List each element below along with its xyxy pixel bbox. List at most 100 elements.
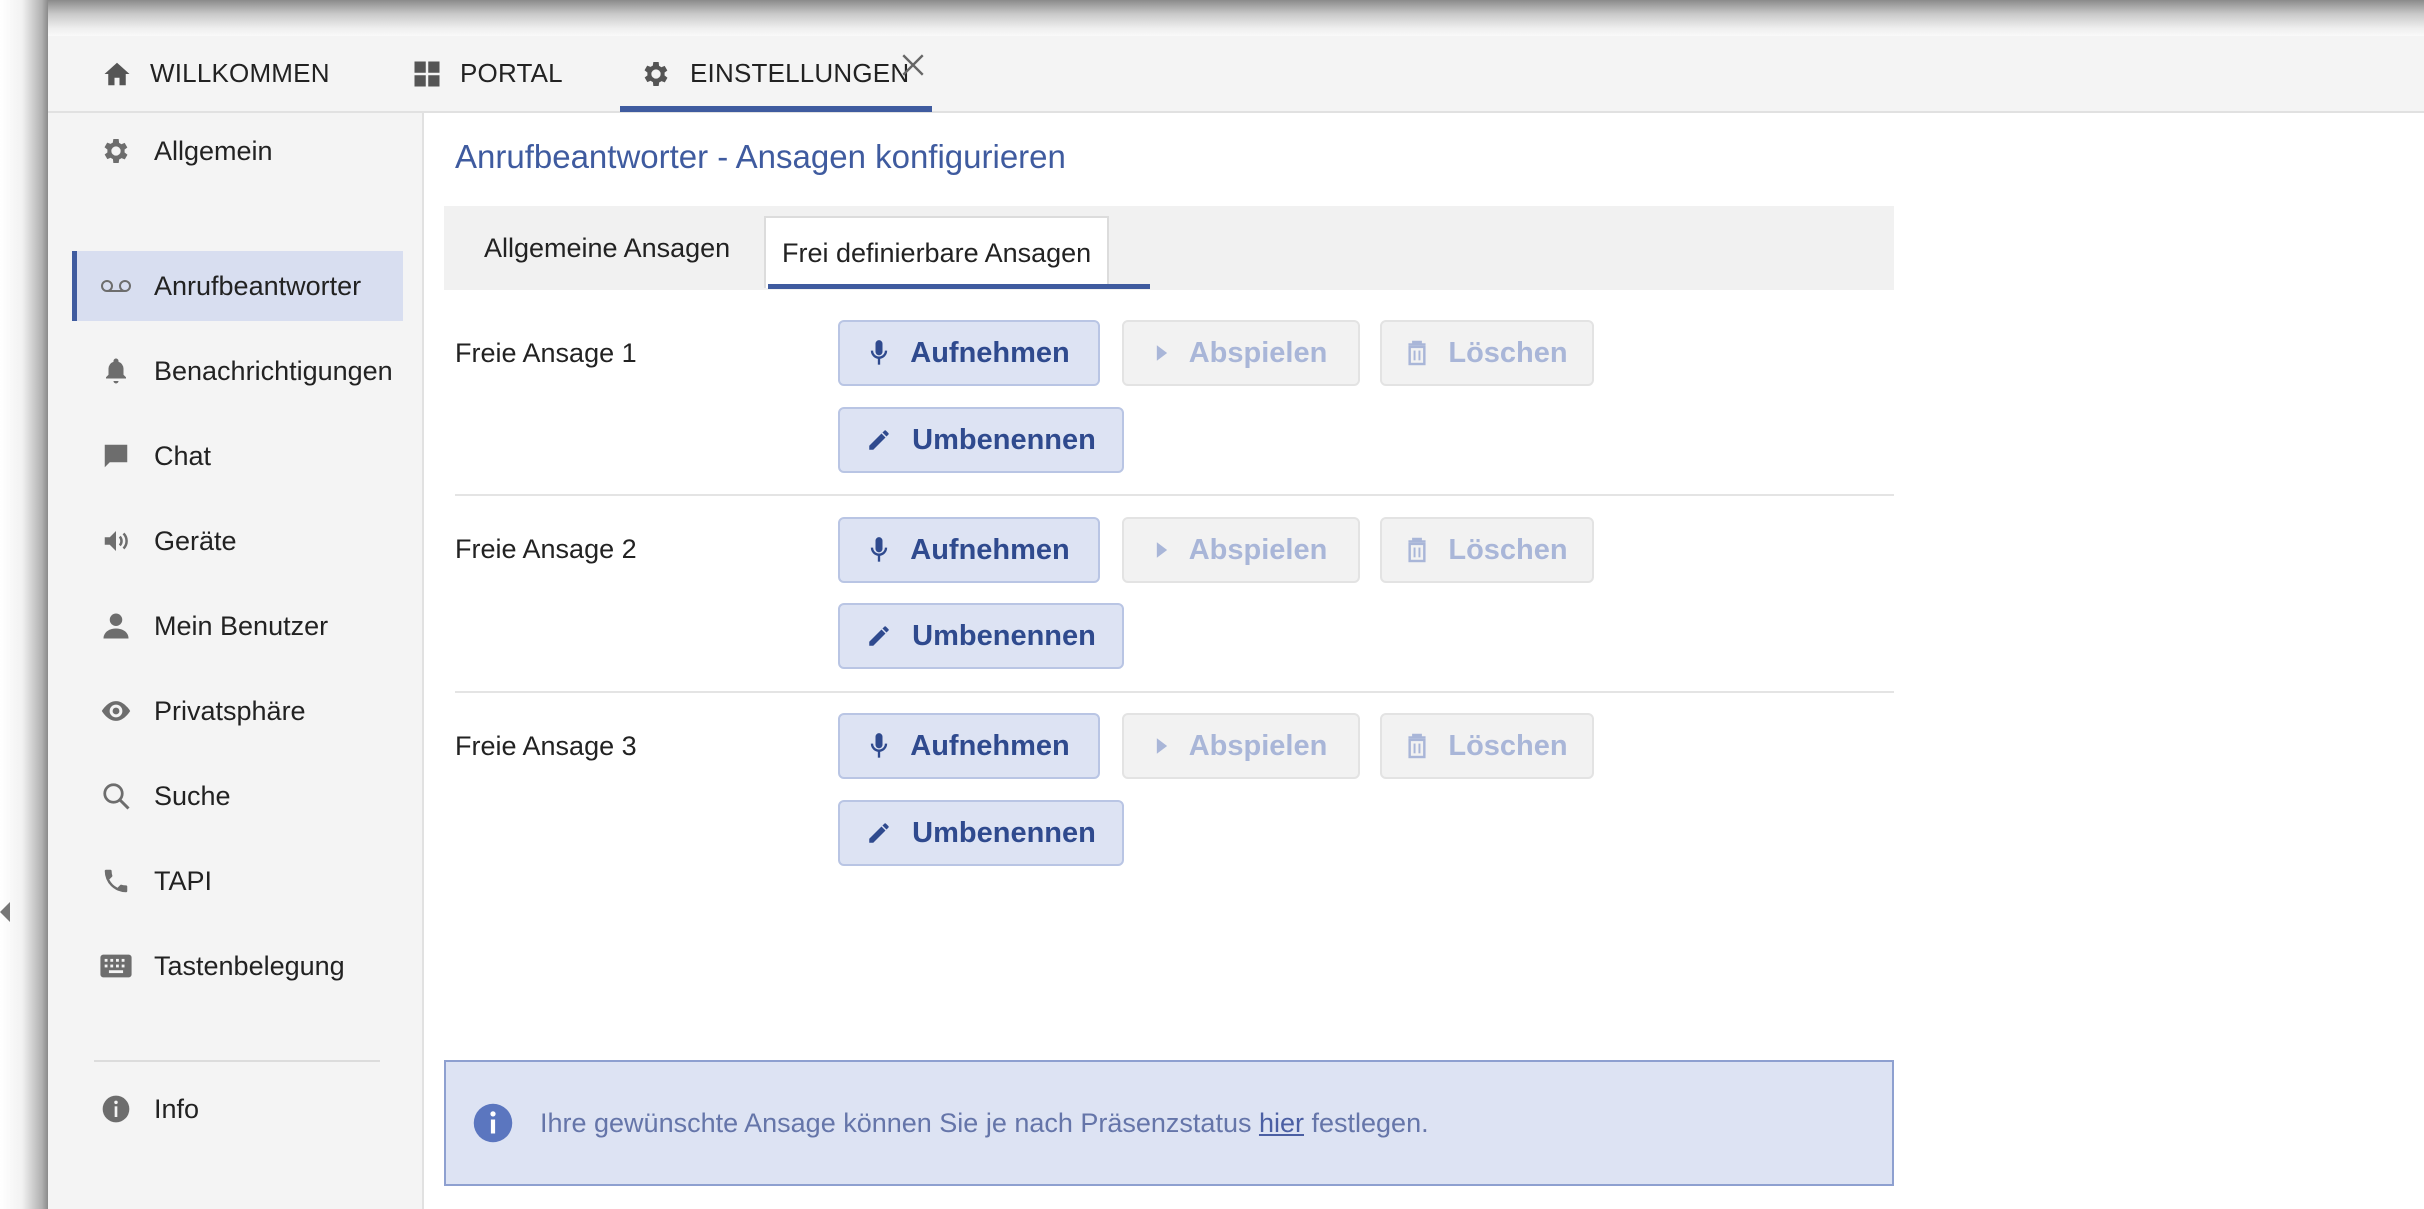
sidebar-item-chat[interactable]: Chat <box>72 421 398 491</box>
tab-willkommen-label: WILLKOMMEN <box>150 58 330 88</box>
sidebar-item-tastenbelegung[interactable]: Tastenbelegung <box>72 931 398 1001</box>
rename-button[interactable]: Umbenennen <box>838 603 1124 669</box>
record-button[interactable]: Aufnehmen <box>838 517 1100 583</box>
play-button-label: Abspielen <box>1188 729 1328 762</box>
pencil-icon <box>866 427 892 453</box>
keyboard-icon <box>98 953 134 979</box>
delete-button-label: Löschen <box>1448 336 1568 369</box>
active-subtab-indicator <box>768 284 1150 289</box>
play-button[interactable]: Abspielen <box>1122 320 1360 386</box>
record-button-label: Aufnehmen <box>910 336 1070 369</box>
bell-icon <box>98 355 134 387</box>
play-button[interactable]: Abspielen <box>1122 713 1360 779</box>
eye-icon <box>98 698 134 724</box>
sidebar-divider <box>94 1060 380 1062</box>
rename-button-label: Umbenennen <box>912 619 1096 652</box>
page-title: Anrufbeantworter - Ansagen konfigurieren <box>455 138 1066 175</box>
rename-button-label: Umbenennen <box>912 423 1096 456</box>
microphone-icon <box>868 536 890 564</box>
sidebar-item-info[interactable]: Info <box>72 1074 398 1144</box>
play-icon <box>1155 737 1169 755</box>
pencil-icon <box>866 623 892 649</box>
sidebar-item-label: Benachrichtigungen <box>154 355 393 386</box>
sidebar-item-suche[interactable]: Suche <box>72 761 398 831</box>
ansage-label: Freie Ansage 1 <box>455 338 637 368</box>
ansage-label: Freie Ansage 2 <box>455 534 637 564</box>
user-icon <box>98 611 134 641</box>
rename-button[interactable]: Umbenennen <box>838 800 1124 866</box>
info-icon <box>98 1093 134 1125</box>
row-divider <box>455 494 1894 496</box>
record-button-label: Aufnehmen <box>910 533 1070 566</box>
tab-einstellungen-label: EINSTELLUNGEN <box>690 58 910 88</box>
home-icon <box>102 59 132 89</box>
delete-button-label: Löschen <box>1448 729 1568 762</box>
info-text-after: festlegen. <box>1304 1107 1429 1138</box>
record-button[interactable]: Aufnehmen <box>838 320 1100 386</box>
info-message: Ihre gewünschte Ansage können Sie je nac… <box>444 1060 1894 1186</box>
voicemail-icon <box>98 276 134 296</box>
delete-button[interactable]: Löschen <box>1380 320 1594 386</box>
pencil-icon <box>866 820 892 846</box>
row-divider <box>455 691 1894 693</box>
sidebar-item-label: Tastenbelegung <box>154 950 345 981</box>
gear-icon <box>98 135 134 167</box>
settings-sidebar: Allgemein Anrufbeantworter Benachrichtig… <box>48 113 424 1209</box>
sidebar-item-label: Privatsphäre <box>154 695 306 726</box>
record-button-label: Aufnehmen <box>910 729 1070 762</box>
sidebar-item-label: Suche <box>154 780 231 811</box>
delete-button[interactable]: Löschen <box>1380 517 1594 583</box>
info-icon <box>472 1102 514 1144</box>
window-shadow-left <box>0 0 48 1209</box>
close-icon[interactable] <box>900 50 926 84</box>
sidebar-item-label: Mein Benutzer <box>154 610 329 641</box>
microphone-icon <box>868 339 890 367</box>
sidebar-item-mein-benutzer[interactable]: Mein Benutzer <box>72 591 398 661</box>
app-window: WILLKOMMEN PORTAL EINSTELLUNGEN Allgemei… <box>48 36 2424 1209</box>
trash-icon <box>1406 339 1428 367</box>
sidebar-item-label: Geräte <box>154 525 237 556</box>
ansage-label: Freie Ansage 3 <box>455 731 637 761</box>
sidebar-item-label: Allgemein <box>154 135 273 166</box>
gear-icon <box>640 58 672 90</box>
play-icon <box>1155 541 1169 559</box>
delete-button[interactable]: Löschen <box>1380 713 1594 779</box>
tab-portal-label: PORTAL <box>460 58 563 88</box>
tab-willkommen[interactable]: WILLKOMMEN <box>102 36 330 111</box>
sidebar-item-label: TAPI <box>154 865 213 896</box>
sidebar-item-label: Chat <box>154 440 212 471</box>
sidebar-item-tapi[interactable]: TAPI <box>72 846 398 916</box>
tab-frei-definierbare-ansagen[interactable]: Frei definierbare Ansagen <box>764 216 1110 288</box>
rename-button[interactable]: Umbenennen <box>838 407 1124 473</box>
sidebar-item-privatsphaere[interactable]: Privatsphäre <box>72 676 398 746</box>
tab-portal[interactable]: PORTAL <box>412 36 563 111</box>
info-text-before: Ihre gewünschte Ansage können Sie je nac… <box>540 1107 1259 1138</box>
speaker-icon <box>98 526 134 556</box>
tab-allgemeine-ansagen[interactable]: Allgemeine Ansagen <box>484 206 730 290</box>
record-button[interactable]: Aufnehmen <box>838 713 1100 779</box>
tab-einstellungen[interactable]: EINSTELLUNGEN <box>640 36 909 111</box>
sidebar-item-geraete[interactable]: Geräte <box>72 506 398 576</box>
play-button[interactable]: Abspielen <box>1122 517 1360 583</box>
trash-icon <box>1406 536 1428 564</box>
top-tab-bar: WILLKOMMEN PORTAL EINSTELLUNGEN <box>48 36 2424 113</box>
subtab-bar: Allgemeine Ansagen Frei definierbare Ans… <box>444 206 1894 290</box>
sidebar-item-allgemein[interactable]: Allgemein <box>72 116 398 186</box>
rename-button-label: Umbenennen <box>912 816 1096 849</box>
phone-icon <box>98 866 134 896</box>
sidebar-item-label: Info <box>154 1093 200 1124</box>
active-tab-indicator <box>620 106 932 112</box>
presence-status-link[interactable]: hier <box>1259 1108 1304 1138</box>
info-text: Ihre gewünschte Ansage können Sie je nac… <box>540 1108 1429 1139</box>
chat-icon <box>98 441 134 471</box>
microphone-icon <box>868 732 890 760</box>
play-button-label: Abspielen <box>1188 533 1328 566</box>
play-icon <box>1155 344 1169 362</box>
sidebar-item-anrufbeantworter[interactable]: Anrufbeantworter <box>72 251 403 321</box>
sidebar-item-benachrichtigungen[interactable]: Benachrichtigungen <box>72 336 398 406</box>
sidebar-collapse-icon[interactable] <box>0 902 10 922</box>
trash-icon <box>1406 732 1428 760</box>
delete-button-label: Löschen <box>1448 533 1568 566</box>
window-shadow-top <box>0 0 2424 40</box>
search-icon <box>98 781 134 811</box>
